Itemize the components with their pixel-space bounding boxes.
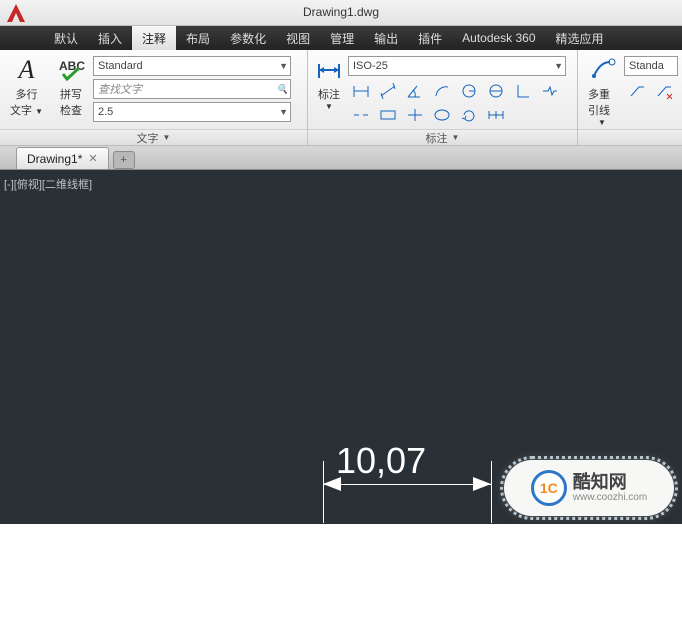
dimension-linear-icon: [315, 56, 343, 84]
viewport-label[interactable]: [-][俯视][二维线框]: [4, 176, 92, 192]
tab-default[interactable]: 默认: [44, 26, 88, 50]
watermark-logo-icon: 1C: [531, 470, 567, 506]
mtext-label-1: 多行: [15, 86, 37, 102]
dim-radius-button[interactable]: [456, 79, 482, 102]
panel-leader-title: [578, 129, 682, 145]
dimension-line: [323, 484, 491, 485]
watermark-url: www.coozhi.com: [573, 492, 647, 503]
dim-aligned-button[interactable]: [375, 79, 401, 102]
tab-parametric[interactable]: 参数化: [220, 26, 276, 50]
dim-update-button[interactable]: [456, 103, 482, 126]
mleader-remove-button[interactable]: [651, 79, 677, 102]
chevron-down-icon: ▼: [163, 133, 171, 142]
plus-icon: +: [120, 154, 126, 166]
mleader-style-combo[interactable]: Standa: [624, 56, 678, 76]
spellcheck-label-2: 检查: [60, 102, 82, 118]
text-style-value: Standard: [98, 60, 143, 72]
dim-diameter-button[interactable]: [483, 79, 509, 102]
text-height-value: 2.5: [98, 106, 113, 118]
dimension-extension-line: [491, 461, 492, 523]
mtext-icon: A: [12, 56, 40, 84]
mleader-label: 多重引线: [588, 86, 616, 118]
watermark-name: 酷知网: [573, 473, 647, 493]
dimension-button[interactable]: 标注 ▼: [312, 54, 346, 113]
panel-text: A 多行 文字 ▼ ABC 拼写 检查 Standard ▼ 查找文字 🔍 2.5 ▼…: [0, 50, 308, 145]
spellcheck-icon: ABC: [57, 56, 85, 84]
document-tab[interactable]: Drawing1* ✕: [16, 147, 109, 169]
search-icon: 🔍: [277, 84, 288, 95]
chevron-down-icon: ▼: [279, 107, 288, 117]
dim-jogged-button[interactable]: [537, 79, 563, 102]
chevron-down-icon: ▼: [554, 61, 563, 71]
tab-insert[interactable]: 插入: [88, 26, 132, 50]
dim-continue-button[interactable]: [483, 103, 509, 126]
find-placeholder: 查找文字: [98, 81, 142, 97]
drawing-canvas[interactable]: [-][俯视][二维线框] 10,07 1C 酷知网 www.coozhi.co…: [0, 170, 682, 524]
dimension-arrowhead-icon: [323, 477, 341, 491]
mleader-icon: [588, 56, 616, 84]
dim-break-button[interactable]: [348, 103, 374, 126]
panel-leader: 多重引线 ▼ Standa: [578, 50, 682, 145]
document-tabs: Drawing1* ✕ +: [0, 146, 682, 170]
close-icon[interactable]: ✕: [88, 152, 97, 165]
chevron-down-icon: ▼: [452, 133, 460, 142]
spellcheck-button[interactable]: ABC 拼写 检查: [51, 54, 91, 120]
tab-output[interactable]: 输出: [364, 26, 408, 50]
dimension-arrowhead-icon: [473, 477, 491, 491]
ribbon: A 多行 文字 ▼ ABC 拼写 检查 Standard ▼ 查找文字 🔍 2.5 ▼…: [0, 50, 682, 146]
dim-angular-button[interactable]: [402, 79, 428, 102]
mleader-add-button[interactable]: [624, 79, 650, 102]
new-tab-button[interactable]: +: [113, 151, 135, 169]
title-bar: Drawing1.dwg: [0, 0, 682, 26]
dim-tolerance-button[interactable]: [375, 103, 401, 126]
panel-text-title[interactable]: 文字▼: [0, 129, 307, 145]
ribbon-tabs: 默认 插入 注释 布局 参数化 视图 管理 输出 插件 Autodesk 360…: [0, 26, 682, 50]
chevron-down-icon: ▼: [35, 107, 43, 116]
tab-featured[interactable]: 精选应用: [546, 26, 614, 50]
chevron-down-icon: ▼: [598, 118, 606, 127]
panel-dimension: 标注 ▼ ISO-25 ▼: [308, 50, 578, 145]
dimension-extension-line: [323, 461, 324, 523]
dimension-label: 标注: [318, 89, 340, 101]
dim-ordinate-button[interactable]: [510, 79, 536, 102]
tab-layout[interactable]: 布局: [176, 26, 220, 50]
mleader-button[interactable]: 多重引线 ▼: [582, 54, 622, 129]
mtext-label-2: 文字: [10, 105, 32, 117]
tab-plugins[interactable]: 插件: [408, 26, 452, 50]
app-logo-icon: [4, 1, 28, 25]
dimension-text: 10,07: [336, 440, 426, 482]
mleader-style-value: Standa: [629, 60, 664, 72]
tab-view[interactable]: 视图: [276, 26, 320, 50]
panel-dimension-title[interactable]: 标注▼: [308, 129, 577, 145]
dim-style-combo[interactable]: ISO-25 ▼: [348, 56, 566, 76]
chevron-down-icon: ▼: [325, 102, 333, 111]
mtext-button[interactable]: A 多行 文字 ▼: [4, 54, 49, 120]
rectangle-entity: [329, 527, 485, 620]
document-tab-label: Drawing1*: [27, 152, 82, 166]
chevron-down-icon: ▼: [279, 61, 288, 71]
tab-annotate[interactable]: 注释: [132, 26, 176, 50]
dim-inspect-button[interactable]: [429, 103, 455, 126]
text-style-combo[interactable]: Standard ▼: [93, 56, 291, 76]
tab-autodesk360[interactable]: Autodesk 360: [452, 26, 545, 50]
text-height-combo[interactable]: 2.5 ▼: [93, 102, 291, 122]
find-text-input[interactable]: 查找文字 🔍: [93, 79, 291, 99]
dim-style-value: ISO-25: [353, 60, 388, 72]
tab-manage[interactable]: 管理: [320, 26, 364, 50]
watermark: 1C 酷知网 www.coozhi.com: [504, 460, 674, 516]
dim-tool-row: [348, 79, 580, 126]
svg-text:ABC: ABC: [59, 59, 85, 73]
dim-arc-button[interactable]: [429, 79, 455, 102]
window-title: Drawing1.dwg: [303, 5, 379, 19]
dim-linear-button[interactable]: [348, 79, 374, 102]
dim-center-button[interactable]: [402, 103, 428, 126]
spellcheck-label-1: 拼写: [60, 86, 82, 102]
